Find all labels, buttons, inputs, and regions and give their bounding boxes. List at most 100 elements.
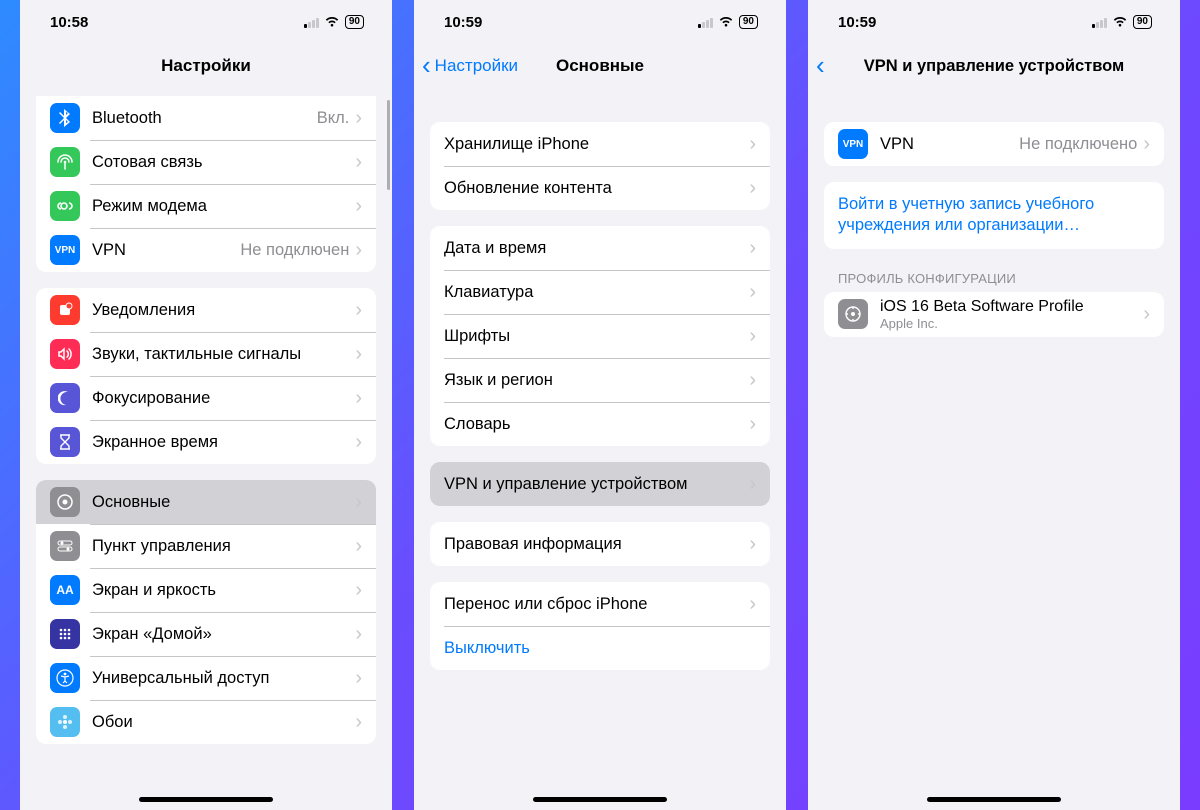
general-list[interactable]: Хранилище iPhone › Обновление контента ›… [414, 88, 786, 810]
profile-label: iOS 16 Beta Software Profile [880, 298, 1143, 316]
status-time: 10:58 [50, 14, 88, 31]
signal-icon [698, 17, 713, 28]
cellular-icon [50, 147, 80, 177]
row-label: VPN и управление устройством [444, 475, 749, 494]
row-legal[interactable]: Правовая информация › [430, 522, 770, 566]
row-label: Хранилище iPhone [444, 135, 749, 154]
row-label: Универсальный доступ [92, 669, 355, 688]
row-shutdown[interactable]: Выключить [430, 626, 770, 670]
row-sign-in[interactable]: Войти в учетную запись учебного учрежден… [824, 182, 1164, 249]
row-value: Не подключено [1019, 135, 1137, 154]
row-label: Язык и регион [444, 371, 749, 390]
row-background-refresh[interactable]: Обновление контента › [430, 166, 770, 210]
back-button[interactable]: ‹ Настройки [422, 44, 518, 88]
chevron-right-icon: › [749, 237, 756, 260]
row-label: Сотовая связь [92, 153, 355, 172]
row-accessibility[interactable]: Универсальный доступ › [36, 656, 376, 700]
chevron-right-icon: › [749, 177, 756, 200]
row-label: VPN [880, 135, 1019, 154]
battery-icon: 90 [1133, 15, 1152, 29]
hotspot-icon [50, 191, 80, 221]
chevron-right-icon: › [355, 431, 362, 454]
vpn-mgmt-list[interactable]: VPN VPN Не подключено › Войти в учетную … [808, 88, 1180, 810]
row-label: Обновление контента [444, 179, 749, 198]
chevron-right-icon: › [1143, 303, 1150, 326]
row-vpn[interactable]: VPN VPN Не подключен › [36, 228, 376, 272]
profile-icon [838, 299, 868, 329]
row-label: Bluetooth [92, 109, 317, 128]
home-indicator[interactable] [139, 797, 273, 802]
settings-list[interactable]: Bluetooth Вкл. › Сотовая связь › Режим м… [20, 88, 392, 810]
row-display[interactable]: AA Экран и яркость › [36, 568, 376, 612]
row-label: Экран и яркость [92, 581, 355, 600]
row-language[interactable]: Язык и регион › [430, 358, 770, 402]
wifi-icon [1112, 16, 1128, 28]
phone-general: 10:59 90 ‹ Настройки Основные Хранилище … [414, 0, 786, 810]
status-bar: 10:59 90 [808, 0, 1180, 44]
text-size-icon: AA [50, 575, 80, 605]
row-label: Обои [92, 713, 355, 732]
nav-bar: ‹ VPN и управление устройством [808, 44, 1180, 88]
status-time: 10:59 [444, 14, 482, 31]
row-value: Не подключен [240, 241, 349, 260]
bluetooth-icon [50, 103, 80, 133]
status-bar: 10:59 90 [414, 0, 786, 44]
row-notifications[interactable]: Уведомления › [36, 288, 376, 332]
chevron-right-icon: › [355, 535, 362, 558]
chevron-right-icon: › [749, 369, 756, 392]
row-screentime[interactable]: Экранное время › [36, 420, 376, 464]
wifi-icon [324, 16, 340, 28]
chevron-right-icon: › [355, 387, 362, 410]
chevron-right-icon: › [355, 107, 362, 130]
row-bluetooth[interactable]: Bluetooth Вкл. › [36, 96, 376, 140]
back-label: Настройки [435, 56, 518, 76]
row-label: Звуки, тактильные сигналы [92, 345, 355, 364]
speaker-icon [50, 339, 80, 369]
back-button[interactable]: ‹ [816, 44, 825, 88]
flower-icon [50, 707, 80, 737]
row-dictionary[interactable]: Словарь › [430, 402, 770, 446]
row-label: Правовая информация [444, 535, 749, 554]
row-vpn-device-mgmt[interactable]: VPN и управление устройством › [430, 462, 770, 506]
chevron-right-icon: › [749, 325, 756, 348]
row-transfer-reset[interactable]: Перенос или сброс iPhone › [430, 582, 770, 626]
row-label: Выключить [444, 639, 756, 658]
row-label: Словарь [444, 415, 749, 434]
phone-settings: 10:58 90 Настройки Bluetooth Вкл. › [20, 0, 392, 810]
row-profile[interactable]: iOS 16 Beta Software Profile Apple Inc. … [824, 292, 1164, 337]
battery-icon: 90 [345, 15, 364, 29]
row-cellular[interactable]: Сотовая связь › [36, 140, 376, 184]
row-label: Фокусирование [92, 389, 355, 408]
row-date-time[interactable]: Дата и время › [430, 226, 770, 270]
row-fonts[interactable]: Шрифты › [430, 314, 770, 358]
row-wallpaper[interactable]: Обои › [36, 700, 376, 744]
row-label: Перенос или сброс iPhone [444, 595, 749, 614]
row-label: Основные [92, 493, 355, 512]
home-indicator[interactable] [533, 797, 667, 802]
chevron-right-icon: › [749, 533, 756, 556]
row-focus[interactable]: Фокусирование › [36, 376, 376, 420]
status-right: 90 [304, 15, 364, 29]
row-label: Режим модема [92, 197, 355, 216]
row-general[interactable]: Основные › [36, 480, 376, 524]
bell-icon [50, 295, 80, 325]
row-label: Войти в учетную запись учебного учрежден… [838, 194, 1150, 237]
row-vpn[interactable]: VPN VPN Не подключено › [824, 122, 1164, 166]
chevron-right-icon: › [749, 593, 756, 616]
row-storage[interactable]: Хранилище iPhone › [430, 122, 770, 166]
home-indicator[interactable] [927, 797, 1061, 802]
row-label: Шрифты [444, 327, 749, 346]
row-home-screen[interactable]: Экран «Домой» › [36, 612, 376, 656]
chevron-right-icon: › [749, 133, 756, 156]
row-sounds[interactable]: Звуки, тактильные сигналы › [36, 332, 376, 376]
chevron-right-icon: › [355, 711, 362, 734]
chevron-right-icon: › [355, 667, 362, 690]
row-hotspot[interactable]: Режим модема › [36, 184, 376, 228]
row-control-center[interactable]: Пункт управления › [36, 524, 376, 568]
row-keyboard[interactable]: Клавиатура › [430, 270, 770, 314]
wifi-icon [718, 16, 734, 28]
signal-icon [1092, 17, 1107, 28]
hourglass-icon [50, 427, 80, 457]
row-label: Экранное время [92, 433, 355, 452]
page-title: VPN и управление устройством [864, 57, 1124, 76]
